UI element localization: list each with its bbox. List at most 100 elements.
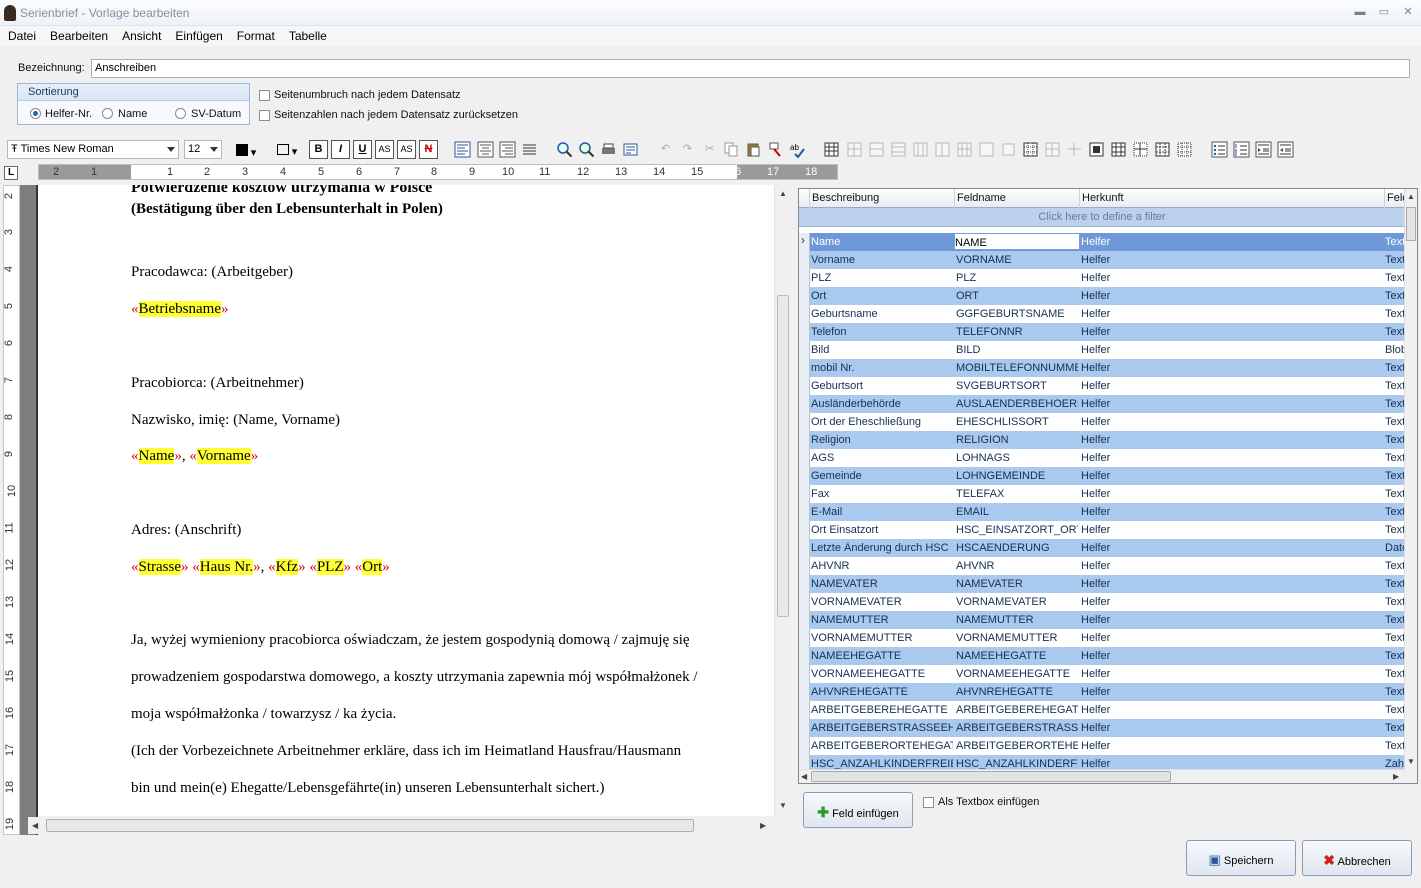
indent-decrease-icon[interactable] bbox=[1276, 140, 1295, 159]
field-grid[interactable]: Beschreibung Feldname Herkunft Feld Clic… bbox=[798, 188, 1418, 784]
cell-feldtyp[interactable]: Date bbox=[1385, 542, 1405, 554]
underline-button[interactable]: U bbox=[353, 140, 372, 159]
cell-feldname[interactable]: ARBEITGEBERSTRASSEEHEGATTE bbox=[956, 722, 1078, 734]
subscript-button[interactable]: AS bbox=[397, 140, 416, 159]
table-row[interactable]: Ort der Eheschließung EHESCHLISSORT Helfer… bbox=[799, 413, 1405, 431]
insert-table-icon[interactable] bbox=[822, 140, 841, 159]
cell-beschreibung[interactable]: Gemeinde bbox=[811, 470, 953, 482]
scroll-up-icon[interactable]: ▲ bbox=[779, 189, 787, 198]
font-family-select[interactable]: Ŧ Times New Roman bbox=[7, 140, 179, 159]
find-replace-icon[interactable] bbox=[577, 140, 596, 159]
cell-feldname[interactable]: VORNAMEEHEGATTE bbox=[956, 668, 1078, 680]
table-row[interactable]: AusländerbehördeAUSLAENDERBEHOERDEHelfer… bbox=[799, 395, 1405, 413]
merge-field-betriebsname[interactable]: Betriebsname bbox=[138, 301, 221, 317]
cell-feldname[interactable]: GGFGEBURTSNAME bbox=[956, 308, 1078, 320]
table-row[interactable]: Ort ORT Helfer Text bbox=[799, 287, 1405, 305]
cell-feldname[interactable]: NAME bbox=[954, 233, 1080, 250]
table-row[interactable]: › Name NAME Helfer Text bbox=[799, 233, 1405, 251]
menu-bearbeiten[interactable]: Bearbeiten bbox=[42, 26, 114, 43]
cell-herkunft[interactable]: Helfer bbox=[1081, 686, 1381, 698]
cell-feldtyp[interactable]: Text bbox=[1385, 614, 1405, 626]
border-button[interactable]: ▾ bbox=[268, 140, 306, 159]
table-row[interactable]: Letzte Änderung durch HSC HSCAENDERUNG Hel… bbox=[799, 539, 1405, 557]
cell-herkunft[interactable]: Helfer bbox=[1081, 524, 1381, 536]
column-feldname[interactable]: Feldname bbox=[955, 189, 1080, 208]
cell-feldname[interactable]: BILD bbox=[956, 344, 1078, 356]
italic-button[interactable]: I bbox=[331, 140, 350, 159]
row-indicator[interactable] bbox=[799, 413, 810, 431]
grid-vertical-scrollbar[interactable]: ▲ ▼ bbox=[1404, 189, 1417, 783]
table-row[interactable]: VORNAMEEHEGATTE VORNAMEEHEGATTE Helfer Text bbox=[799, 665, 1405, 683]
menu-tabelle[interactable]: Tabelle bbox=[281, 26, 333, 43]
cell-feldtyp[interactable]: Text bbox=[1385, 506, 1405, 518]
row-indicator[interactable] bbox=[799, 449, 810, 467]
table-row[interactable]: ARBEITGEBERORTEHEGATTEARBEITGEBERORTEHEG… bbox=[799, 737, 1405, 755]
font-color-button[interactable]: ▾ bbox=[227, 140, 265, 159]
cell-feldtyp[interactable]: Text bbox=[1385, 668, 1405, 680]
cell-beschreibung[interactable]: Vorname bbox=[811, 254, 953, 266]
redo-icon[interactable]: ↷ bbox=[678, 140, 697, 159]
row-indicator[interactable] bbox=[799, 539, 810, 557]
table-row[interactable]: Fax TELEFAX Helfer Text bbox=[799, 485, 1405, 503]
cell-herkunft[interactable]: Helfer bbox=[1081, 362, 1381, 374]
cell-feldname[interactable]: AHVNREHEGATTE bbox=[956, 686, 1078, 698]
page-break-checkbox[interactable] bbox=[259, 90, 270, 101]
cell-feldtyp[interactable]: Text bbox=[1385, 308, 1405, 320]
row-indicator[interactable] bbox=[799, 305, 810, 323]
cell-feldtyp[interactable]: Text bbox=[1385, 398, 1405, 410]
cell-feldname[interactable]: ORT bbox=[956, 290, 1078, 302]
table-op-6-icon[interactable] bbox=[955, 140, 974, 159]
cell-beschreibung[interactable]: Telefon bbox=[811, 326, 953, 338]
cell-feldtyp[interactable]: Text bbox=[1385, 380, 1405, 392]
cell-beschreibung[interactable]: AHVNR bbox=[811, 560, 953, 572]
scroll-down-icon[interactable]: ▼ bbox=[779, 801, 787, 810]
cell-beschreibung[interactable]: Name bbox=[811, 236, 953, 248]
cell-herkunft[interactable]: Helfer bbox=[1081, 416, 1381, 428]
cell-herkunft[interactable]: Helfer bbox=[1081, 740, 1381, 752]
font-size-select[interactable]: 12 bbox=[184, 140, 222, 159]
cell-feldtyp[interactable]: Text bbox=[1385, 578, 1405, 590]
table-op-5-icon[interactable] bbox=[933, 140, 952, 159]
cell-feldtyp[interactable]: Text bbox=[1385, 632, 1405, 644]
scroll-down-icon[interactable]: ▼ bbox=[1407, 757, 1415, 766]
table-row[interactable]: NAMEMUTTER NAMEMUTTER Helfer Text bbox=[799, 611, 1405, 629]
table-op-8-icon[interactable] bbox=[999, 140, 1018, 159]
table-row[interactable]: ARBEITGEBEREHEGATTEARBEITGEBEREHEGATTEHe… bbox=[799, 701, 1405, 719]
cell-beschreibung[interactable]: Fax bbox=[811, 488, 953, 500]
menu-datei[interactable]: Datei bbox=[0, 26, 42, 43]
cell-beschreibung[interactable]: AGS bbox=[811, 452, 953, 464]
cell-feldname[interactable]: LOHNGEMEINDE bbox=[956, 470, 1078, 482]
cell-herkunft[interactable]: Helfer bbox=[1081, 308, 1381, 320]
strikethrough-button[interactable]: N bbox=[419, 140, 438, 159]
row-indicator[interactable] bbox=[799, 503, 810, 521]
bezeichnung-input[interactable]: Anschreiben bbox=[91, 59, 1410, 78]
cell-herkunft[interactable]: Helfer bbox=[1081, 542, 1381, 554]
cell-feldname[interactable]: ARBEITGEBERORTEHEGATTE bbox=[956, 740, 1078, 752]
cell-feldtyp[interactable]: Text bbox=[1385, 524, 1405, 536]
row-indicator[interactable] bbox=[799, 575, 810, 593]
format-painter-icon[interactable] bbox=[766, 140, 785, 159]
scroll-thumb[interactable] bbox=[777, 295, 789, 617]
cell-herkunft[interactable]: Helfer bbox=[1081, 632, 1381, 644]
table-row[interactable]: Ort Einsatzort HSC_EINSATZORT_ORT Helfer Te… bbox=[799, 521, 1405, 539]
row-indicator[interactable] bbox=[799, 611, 810, 629]
row-indicator[interactable] bbox=[799, 665, 810, 683]
cell-feldtyp[interactable]: Text bbox=[1385, 560, 1405, 572]
row-indicator[interactable] bbox=[799, 485, 810, 503]
cell-feldtyp[interactable]: Text bbox=[1385, 416, 1405, 428]
save-button[interactable]: ▣ Speichern bbox=[1186, 840, 1296, 876]
cell-beschreibung[interactable]: AHVNREHEGATTE bbox=[811, 686, 953, 698]
table-row[interactable]: Religion RELIGION Helfer Text bbox=[799, 431, 1405, 449]
paste-icon[interactable] bbox=[744, 140, 763, 159]
align-justify-icon[interactable] bbox=[520, 140, 539, 159]
row-indicator[interactable] bbox=[799, 341, 810, 359]
scroll-left-icon[interactable]: ◀ bbox=[801, 772, 807, 781]
cell-beschreibung[interactable]: mobil Nr. bbox=[811, 362, 953, 374]
scroll-thumb[interactable] bbox=[811, 771, 1171, 782]
table-op-13-icon[interactable] bbox=[1109, 140, 1128, 159]
bullet-list-icon[interactable] bbox=[1210, 140, 1229, 159]
cell-feldtyp[interactable]: Text bbox=[1385, 650, 1405, 662]
scroll-right-icon[interactable]: ▶ bbox=[1393, 772, 1399, 781]
table-op-7-icon[interactable] bbox=[977, 140, 996, 159]
cell-beschreibung[interactable]: VORNAMEMUTTER bbox=[811, 632, 953, 644]
